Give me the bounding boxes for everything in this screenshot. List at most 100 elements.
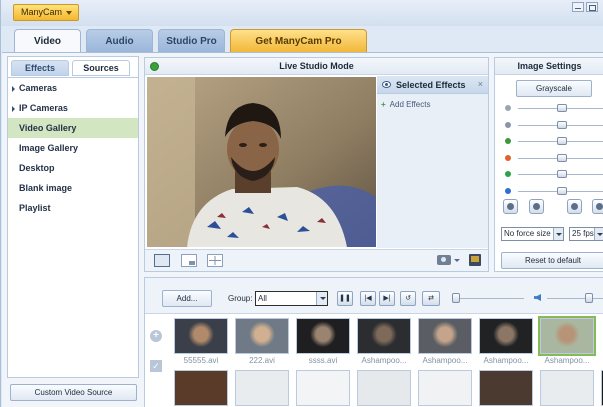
tab-video[interactable]: Video bbox=[14, 29, 81, 53]
video-thumbnail[interactable] bbox=[540, 370, 594, 406]
video-thumbnail[interactable] bbox=[418, 370, 472, 406]
source-cameras[interactable]: Cameras bbox=[8, 78, 138, 98]
video-gallery-panel: Add... Group: All ❚❚ |◀ ▶| ↺ ⇄ + ✓ 55555… bbox=[144, 277, 603, 407]
add-effects-label: Add Effects bbox=[389, 100, 431, 109]
source-image-gallery[interactable]: Image Gallery bbox=[8, 138, 138, 158]
force-size-value: No force size bbox=[504, 229, 551, 238]
video-thumbnail[interactable] bbox=[296, 370, 350, 406]
source-playlist[interactable]: Playlist bbox=[8, 198, 138, 218]
chevron-down-icon bbox=[316, 292, 327, 305]
slider-thumb[interactable] bbox=[556, 186, 567, 195]
single-view-icon[interactable] bbox=[154, 254, 170, 267]
rotate-left-icon[interactable] bbox=[592, 199, 603, 214]
video-thumbnail-label: 222.avi bbox=[249, 356, 275, 365]
custom-video-source-button[interactable]: Custom Video Source bbox=[10, 384, 137, 401]
video-thumbnail[interactable] bbox=[235, 318, 289, 354]
studio-header: Live Studio Mode bbox=[145, 58, 488, 75]
video-thumbnail[interactable] bbox=[235, 370, 289, 406]
seek-slider-thumb[interactable] bbox=[452, 293, 460, 303]
checkbox-icon[interactable]: ✓ bbox=[150, 360, 162, 372]
volume-slider-thumb[interactable] bbox=[585, 293, 593, 303]
video-thumbnail[interactable] bbox=[479, 318, 533, 354]
tab-studio-pro[interactable]: Studio Pro bbox=[158, 29, 225, 52]
brightness-slider[interactable] bbox=[502, 102, 603, 114]
slider-thumb[interactable] bbox=[556, 170, 567, 178]
pause-icon[interactable]: ❚❚ bbox=[337, 291, 353, 306]
selected-effects-header: Selected Effects × bbox=[377, 76, 488, 94]
title-bar: ManyCam bbox=[1, 0, 603, 26]
video-thumbnail[interactable] bbox=[479, 370, 533, 406]
video-thumbnail[interactable] bbox=[174, 370, 228, 406]
image-settings-panel: Image Settings Grayscale No force size 2… bbox=[494, 57, 603, 272]
image-settings-title: Image Settings bbox=[495, 58, 603, 75]
force-size-select[interactable]: No force size bbox=[501, 227, 564, 241]
subtab-effects[interactable]: Effects bbox=[11, 60, 69, 76]
sources-list: Cameras IP Cameras Video Gallery Image G… bbox=[8, 77, 138, 218]
video-thumbnail[interactable] bbox=[357, 318, 411, 354]
tab-audio[interactable]: Audio bbox=[86, 29, 153, 52]
tab-get-manycam-pro[interactable]: Get ManyCam Pro bbox=[230, 29, 367, 52]
slider-thumb[interactable] bbox=[556, 137, 567, 145]
saturation-slider[interactable] bbox=[502, 135, 603, 147]
video-thumbnail-label: Ashampoo... bbox=[422, 356, 468, 365]
add-video-button[interactable]: Add... bbox=[162, 290, 212, 307]
speaker-icon[interactable] bbox=[534, 294, 541, 301]
fps-select[interactable]: 25 fps bbox=[569, 227, 603, 241]
video-thumbnail[interactable] bbox=[538, 316, 596, 356]
contrast-slider[interactable] bbox=[502, 119, 603, 131]
app-menu-button[interactable]: ManyCam bbox=[13, 4, 79, 21]
next-icon[interactable]: ▶| bbox=[379, 291, 395, 306]
add-effects-link[interactable]: + Add Effects bbox=[381, 100, 430, 109]
add-circle-icon[interactable]: + bbox=[150, 330, 162, 342]
video-thumbnail-label: ssss.avi bbox=[308, 356, 338, 365]
source-video-gallery[interactable]: Video Gallery bbox=[8, 118, 138, 138]
video-thumbnail-label: Ashampoo... bbox=[361, 356, 407, 365]
source-desktop[interactable]: Desktop bbox=[8, 158, 138, 178]
close-icon[interactable]: × bbox=[478, 79, 483, 89]
video-thumbnail[interactable] bbox=[174, 318, 228, 354]
grayscale-button[interactable]: Grayscale bbox=[516, 80, 592, 97]
green-channel-slider[interactable] bbox=[502, 168, 603, 180]
picture-in-picture-icon[interactable] bbox=[181, 254, 197, 267]
previous-icon[interactable]: |◀ bbox=[360, 291, 376, 306]
chevron-down-icon bbox=[594, 228, 603, 240]
source-blank-image[interactable]: Blank image bbox=[8, 178, 138, 198]
volume-slider[interactable] bbox=[547, 298, 603, 299]
video-thumbnail[interactable] bbox=[296, 318, 350, 354]
video-thumbnail[interactable] bbox=[357, 370, 411, 406]
record-video-icon[interactable] bbox=[469, 254, 481, 266]
source-ip-cameras[interactable]: IP Cameras bbox=[8, 98, 138, 118]
video-preview[interactable] bbox=[147, 77, 376, 247]
fps-value: 25 fps bbox=[572, 229, 594, 238]
chevron-down-icon bbox=[66, 11, 72, 15]
video-thumbnail[interactable] bbox=[418, 318, 472, 354]
slider-thumb[interactable] bbox=[556, 104, 567, 112]
reset-to-default-button[interactable]: Reset to default bbox=[501, 252, 603, 269]
webcam-frame-image bbox=[147, 77, 376, 247]
loop-icon[interactable]: ↺ bbox=[400, 291, 416, 306]
minimize-button[interactable] bbox=[572, 2, 584, 12]
saturation-icon bbox=[505, 138, 511, 144]
seek-slider[interactable] bbox=[454, 298, 524, 299]
contrast-icon bbox=[505, 121, 511, 128]
blue-channel-slider[interactable] bbox=[502, 185, 603, 197]
group-select[interactable]: All bbox=[255, 291, 328, 306]
restore-button[interactable] bbox=[586, 2, 598, 12]
chevron-down-icon[interactable] bbox=[454, 259, 460, 262]
snapshot-camera-icon[interactable] bbox=[437, 255, 451, 265]
shuffle-icon[interactable]: ⇄ bbox=[422, 291, 440, 306]
slider-thumb[interactable] bbox=[556, 120, 567, 129]
subtab-sources[interactable]: Sources bbox=[72, 60, 130, 76]
red-channel-slider[interactable] bbox=[502, 152, 603, 164]
rotate-right-icon[interactable] bbox=[567, 199, 582, 214]
gallery-toolbar: Add... Group: All ❚❚ |◀ ▶| ↺ ⇄ bbox=[145, 278, 603, 314]
slider-thumb[interactable] bbox=[556, 153, 567, 162]
eye-icon[interactable] bbox=[382, 81, 391, 88]
manycam-window: ManyCam Video Audio Studio Pro Get ManyC… bbox=[0, 0, 603, 407]
thumbnail-grid: 55555.avi 222.avi ssss.avi Ashampoo... Asham… bbox=[174, 316, 603, 407]
selected-effects-title: Selected Effects bbox=[396, 80, 466, 90]
grid-view-icon[interactable] bbox=[207, 254, 223, 267]
video-thumbnail-label: Ashampoo... bbox=[483, 356, 529, 365]
flip-vertical-icon[interactable] bbox=[529, 199, 544, 214]
flip-horizontal-icon[interactable] bbox=[503, 199, 518, 214]
